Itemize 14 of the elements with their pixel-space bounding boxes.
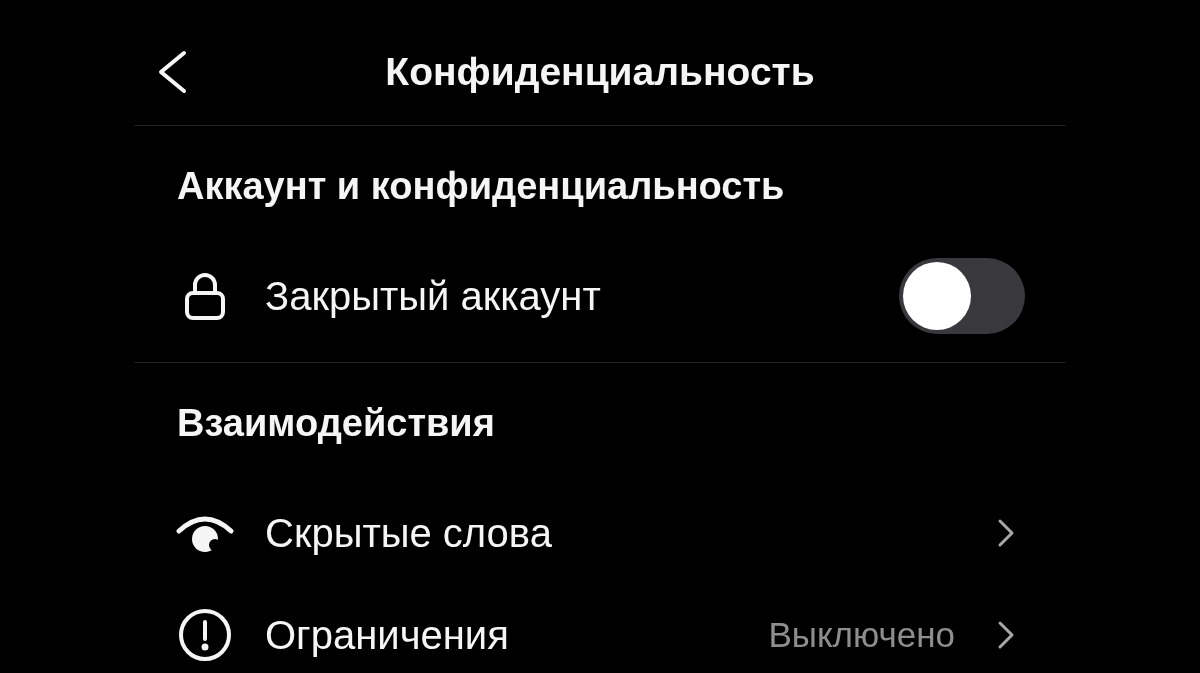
setting-label[interactable]: Ограничения [265, 612, 509, 658]
setting-label[interactable]: Закрытый аккаунт [265, 273, 601, 319]
back-chevron-icon [157, 49, 187, 94]
section-heading: Взаимодействия [177, 403, 495, 443]
chevron-right-icon [997, 518, 1015, 548]
screen-title: Конфиденциальность [385, 48, 815, 95]
lock-icon [184, 272, 226, 320]
setting-value: Выключено [768, 614, 955, 656]
setting-label[interactable]: Скрытые слова [265, 510, 552, 556]
eye-icon [176, 513, 234, 553]
exclamation-circle-icon [179, 609, 231, 661]
chevron-right-icon [997, 620, 1015, 650]
section-heading: Аккаунт и конфиденциальность [177, 166, 785, 206]
back-button[interactable] [157, 49, 187, 94]
